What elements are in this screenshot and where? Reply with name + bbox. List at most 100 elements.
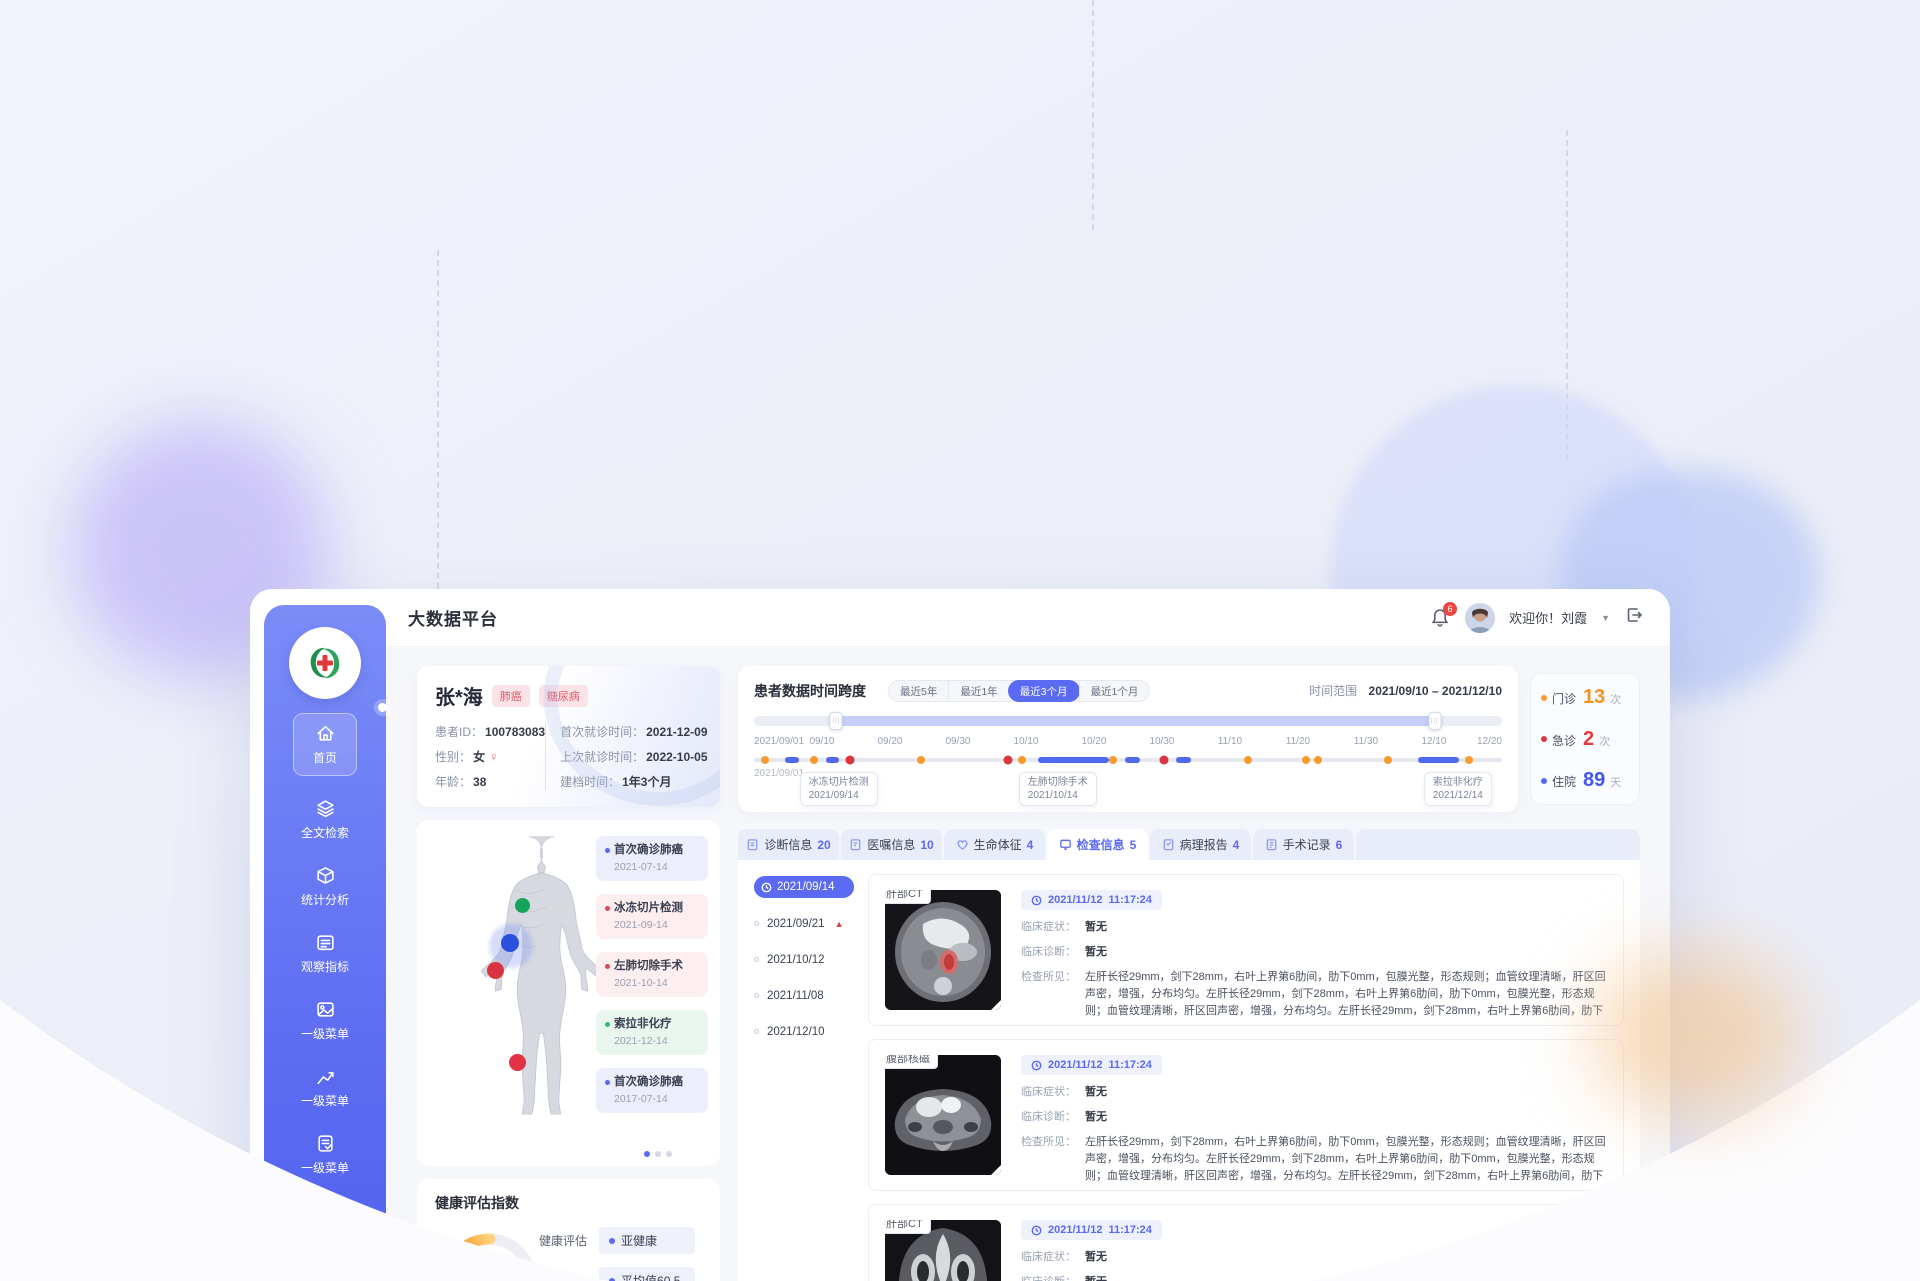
visit-stats-card: 门诊 13 次 急诊 2 次 住院 89 bbox=[1530, 673, 1640, 805]
chevron-down-icon[interactable]: ▼ bbox=[1601, 613, 1610, 623]
exam-date-item[interactable]: 2021/09/21▲ bbox=[754, 913, 854, 934]
inpatient-event-segment[interactable] bbox=[1125, 757, 1140, 763]
emergency-event-dot[interactable] bbox=[1003, 756, 1012, 765]
inpatient-event-segment[interactable] bbox=[785, 757, 798, 763]
gender-value: 女 bbox=[473, 748, 485, 765]
event-tooltip: 左肺切除手术2021/10/14 bbox=[1019, 772, 1097, 806]
body-map-card: 首次确诊肺癌 2021-07-14 冰冻切片检测 2021-09-14 左肺切除… bbox=[417, 820, 720, 1166]
outpatient-event-dot[interactable] bbox=[1018, 756, 1026, 764]
body-event-chip[interactable]: 首次确诊肺癌 2017-07-14 bbox=[596, 1068, 708, 1113]
body-marker-red[interactable] bbox=[487, 962, 504, 979]
time-range-slider[interactable] bbox=[754, 716, 1502, 726]
age-value: 38 bbox=[473, 775, 486, 789]
event-title: 冰冻切片检测 bbox=[614, 902, 683, 915]
body-event-chip[interactable]: 首次确诊肺癌 2021-07-14 bbox=[596, 836, 708, 881]
exam-panel: 2021/09/14 2021/09/21▲ 2021/10/12 2 bbox=[738, 860, 1640, 1281]
page-dot[interactable] bbox=[655, 1151, 661, 1157]
tab-orders[interactable]: 医嘱信息10 bbox=[841, 829, 942, 860]
logout-icon[interactable] bbox=[1624, 605, 1644, 630]
decor-dashed-line bbox=[1566, 130, 1568, 460]
event-dot bbox=[605, 848, 610, 853]
header-right-cluster: 6 欢迎你！刘霞 ▼ bbox=[1429, 603, 1644, 633]
outpatient-event-dot[interactable] bbox=[1302, 756, 1310, 764]
app-window: 首页 全文检索 统计分析 观察指标 一级菜单 bbox=[250, 589, 1670, 1281]
left-column: 张*海 肺癌 糖尿病 患者ID：100783083 性别：女♀ 年龄：38 首次… bbox=[417, 666, 720, 1281]
sidebar-item-menu-3[interactable]: 一级菜单 bbox=[264, 1121, 386, 1188]
inpatient-event-segment[interactable] bbox=[826, 757, 839, 763]
hospital-logo-icon bbox=[301, 639, 349, 687]
clock-icon bbox=[1031, 1060, 1042, 1071]
tab-diagnosis[interactable]: 诊断信息20 bbox=[738, 829, 839, 860]
body-event-chip[interactable]: 左肺切除手术 2021-10-14 bbox=[596, 952, 708, 997]
tab-vitals[interactable]: 生命体征4 bbox=[944, 829, 1045, 860]
sidebar-item-home[interactable]: 首页 bbox=[293, 713, 357, 776]
tab-pathology[interactable]: 病理报告4 bbox=[1150, 829, 1251, 860]
patient-info-card: 张*海 肺癌 糖尿病 患者ID：100783083 性别：女♀ 年龄：38 首次… bbox=[417, 666, 720, 807]
outpatient-event-dot[interactable] bbox=[1244, 756, 1252, 764]
report-list: 肝部CT bbox=[868, 874, 1624, 1281]
page-dot[interactable] bbox=[644, 1151, 650, 1157]
sidebar-item-fulltext-search[interactable]: 全文检索 bbox=[264, 786, 386, 853]
tabbar-filler bbox=[1356, 829, 1640, 860]
sidebar-item-menu-2[interactable]: 一级菜单 bbox=[264, 1054, 386, 1121]
slider-fill bbox=[836, 716, 1434, 726]
body-event-list: 首次确诊肺癌 2021-07-14 冰冻切片检测 2021-09-14 左肺切除… bbox=[596, 836, 708, 1113]
exam-date-item[interactable]: 2021/11/08 bbox=[754, 985, 854, 1006]
report-card[interactable]: 肝部CT bbox=[868, 874, 1624, 1026]
exam-date-item[interactable]: 2021/10/12 bbox=[754, 949, 854, 970]
exam-date-item-active[interactable]: 2021/09/14 bbox=[754, 876, 854, 898]
scan-type-badge: 腹部核磁 bbox=[885, 1055, 938, 1069]
page-dot[interactable] bbox=[666, 1151, 672, 1157]
tab-surgery[interactable]: 手术记录6 bbox=[1253, 829, 1354, 860]
outpatient-event-dot[interactable] bbox=[1465, 756, 1473, 764]
stat-inpatient: 住院 89 天 bbox=[1541, 769, 1629, 792]
emergency-event-dot[interactable] bbox=[846, 756, 855, 765]
event-dot bbox=[605, 964, 610, 969]
image-chart-icon bbox=[315, 999, 336, 1020]
sidebar-item-statistics[interactable]: 统计分析 bbox=[264, 853, 386, 920]
body-marker-red[interactable] bbox=[509, 1054, 526, 1071]
sidebar-item-menu-1[interactable]: 一级菜单 bbox=[264, 987, 386, 1054]
report-time: 2021/11/1211:17:24 bbox=[1021, 890, 1162, 910]
doc-icon bbox=[1265, 838, 1278, 851]
event-tooltip: 索拉非化疗2021/12/14 bbox=[1424, 772, 1492, 806]
slider-handle-left[interactable] bbox=[830, 712, 843, 730]
event-date: 2021-09-14 bbox=[614, 919, 699, 931]
report-card[interactable]: 肝部CT bbox=[868, 1204, 1624, 1281]
sidebar-menu: 首页 全文检索 统计分析 观察指标 一级菜单 bbox=[264, 709, 386, 1188]
tab-exams[interactable]: 检查信息5 bbox=[1047, 829, 1148, 860]
range-button-5y[interactable]: 最近5年 bbox=[889, 681, 948, 701]
slider-handle-right[interactable] bbox=[1428, 712, 1441, 730]
outpatient-event-dot[interactable] bbox=[1384, 756, 1392, 764]
welcome-text: 欢迎你！刘霞 bbox=[1509, 608, 1587, 627]
main-content: 张*海 肺癌 糖尿病 患者ID：100783083 性别：女♀ 年龄：38 首次… bbox=[386, 647, 1670, 1281]
body-event-chip[interactable]: 冰冻切片检测 2021-09-14 bbox=[596, 894, 708, 939]
outpatient-event-dot[interactable] bbox=[761, 756, 769, 764]
outpatient-event-dot[interactable] bbox=[810, 756, 818, 764]
sidebar-item-indicators[interactable]: 观察指标 bbox=[264, 920, 386, 987]
emergency-event-dot[interactable] bbox=[1159, 756, 1168, 765]
sidebar: 首页 全文检索 统计分析 观察指标 一级菜单 bbox=[264, 605, 386, 1281]
inpatient-event-segment[interactable] bbox=[1418, 757, 1459, 763]
report-card[interactable]: 腹部核磁 bbox=[868, 1039, 1624, 1191]
last-visit-label: 上次就诊时间： bbox=[560, 748, 644, 765]
range-button-1m[interactable]: 最近1个月 bbox=[1079, 681, 1150, 701]
ct-scan-image: 肝部CT bbox=[885, 1220, 1001, 1281]
inpatient-event-segment[interactable] bbox=[1038, 757, 1109, 763]
sidebar-item-label: 观察指标 bbox=[301, 958, 349, 975]
outpatient-event-dot[interactable] bbox=[917, 756, 925, 764]
body-event-chip[interactable]: 索拉非化疗 2021-12-14 bbox=[596, 1010, 708, 1055]
notification-bell-icon[interactable]: 6 bbox=[1429, 607, 1451, 629]
blue-dot bbox=[609, 1278, 615, 1281]
body-marker-green[interactable] bbox=[515, 898, 530, 913]
outpatient-event-dot[interactable] bbox=[1314, 756, 1322, 764]
avatar[interactable] bbox=[1465, 603, 1495, 633]
inpatient-event-segment[interactable] bbox=[1176, 757, 1191, 763]
body-marker-blue[interactable] bbox=[501, 934, 519, 952]
exam-date-list: 2021/09/14 2021/09/21▲ 2021/10/12 2 bbox=[754, 874, 854, 1281]
outpatient-event-dot[interactable] bbox=[1109, 756, 1117, 764]
age-label: 年龄： bbox=[435, 773, 471, 790]
range-button-1y[interactable]: 最近1年 bbox=[948, 681, 1008, 701]
range-button-3m[interactable]: 最近3个月 bbox=[1008, 680, 1080, 702]
exam-date-item[interactable]: 2021/12/10 bbox=[754, 1021, 854, 1042]
